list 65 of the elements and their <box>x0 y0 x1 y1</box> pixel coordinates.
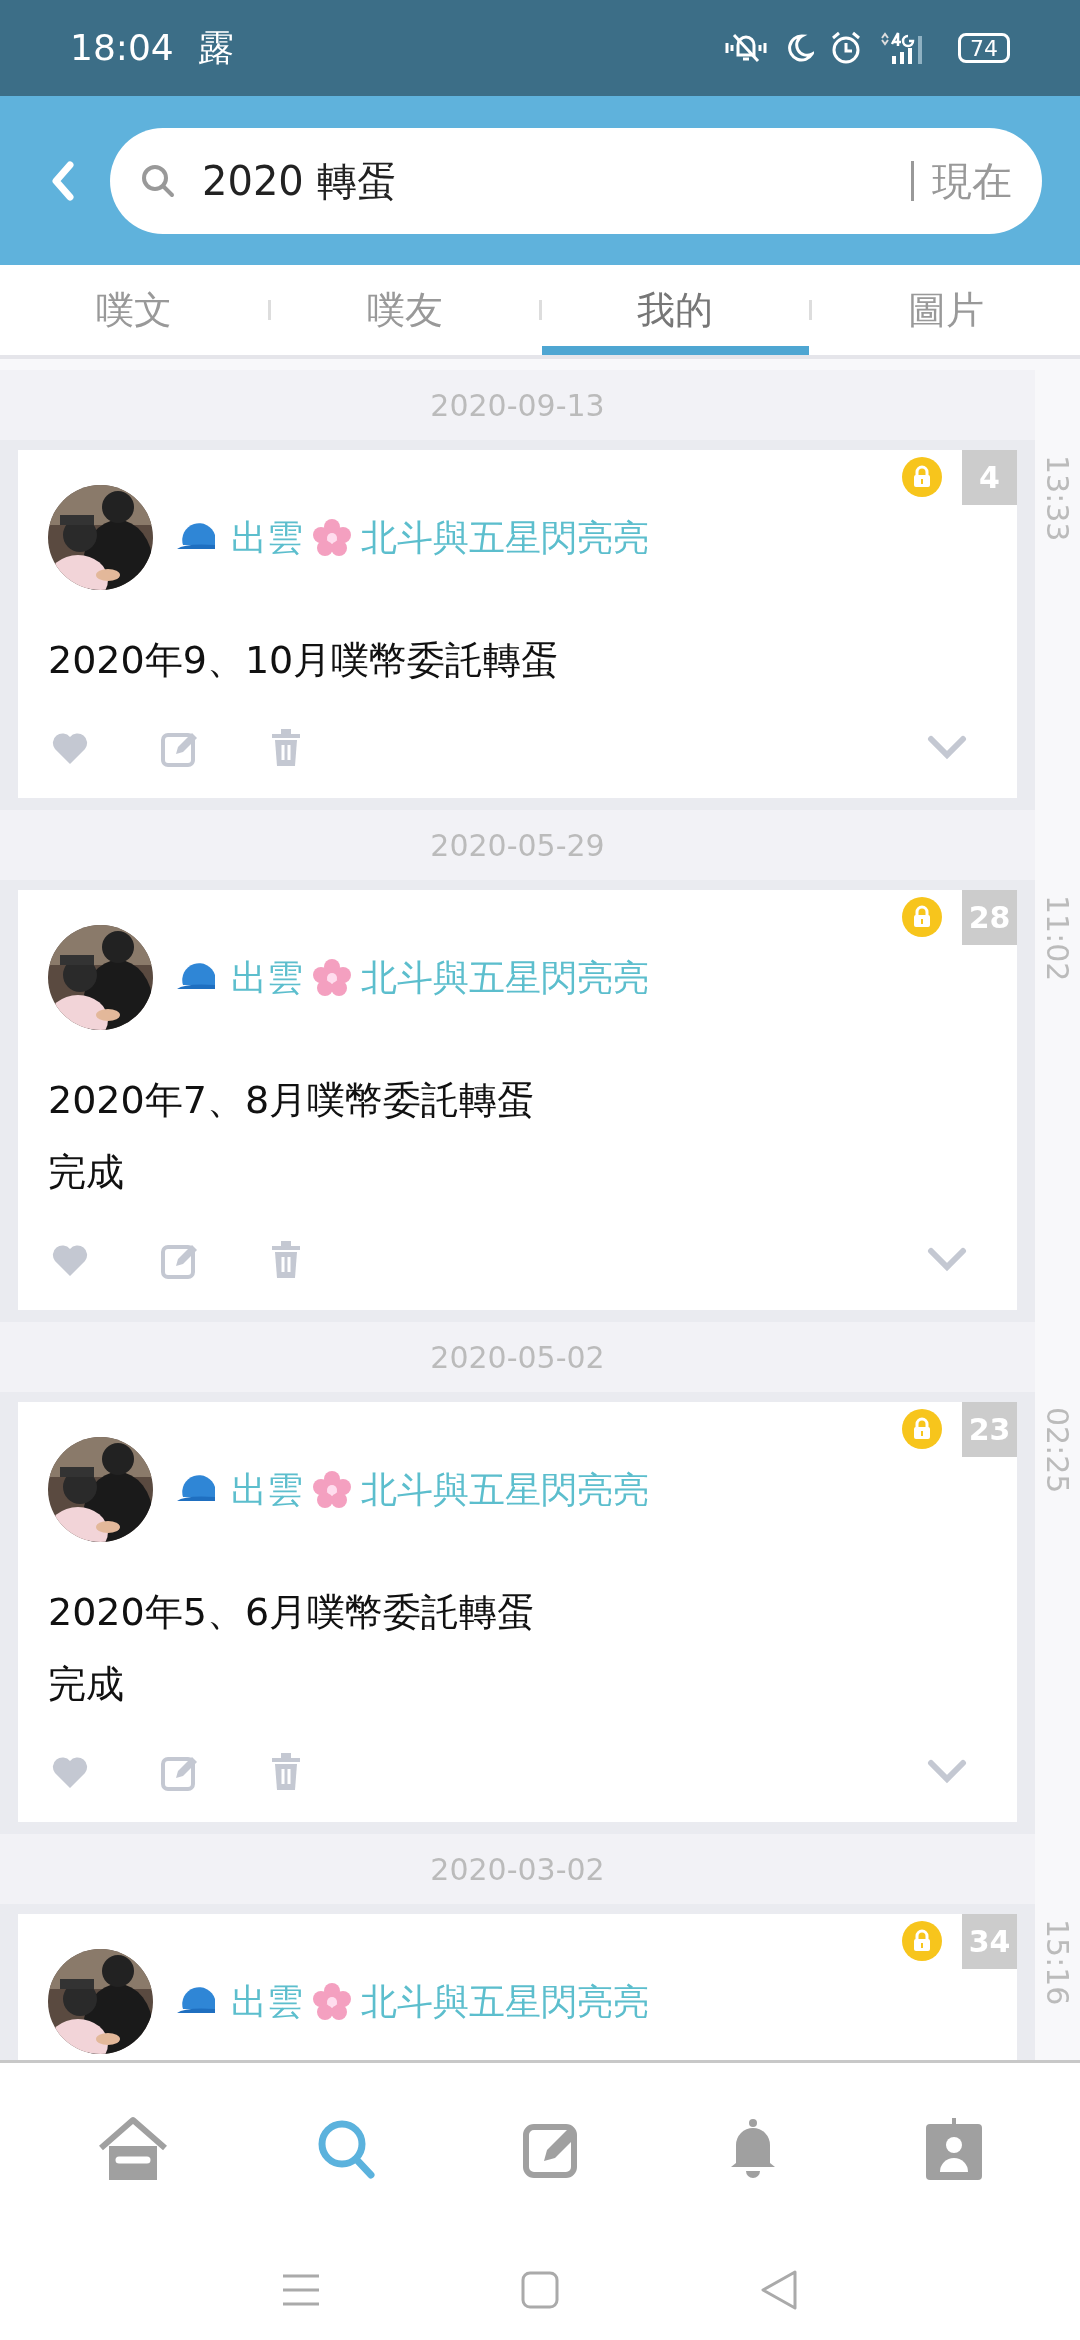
tab[interactable]: 我的 <box>541 265 810 355</box>
menu-icon <box>281 2273 321 2307</box>
author-name[interactable]: 出雲 <box>231 510 303 565</box>
contact-card-icon <box>924 2118 983 2180</box>
post-text: 完成 <box>48 1149 125 1196</box>
expand-button[interactable] <box>927 1759 967 1785</box>
trash-icon <box>270 1752 302 1792</box>
post-time: 11:02 <box>1040 895 1075 982</box>
heart-icon <box>50 1242 90 1278</box>
back-button[interactable] <box>759 2269 799 2311</box>
square-icon <box>521 2271 559 2309</box>
author-name[interactable]: 出雲 <box>231 950 303 1005</box>
like-button[interactable] <box>50 1242 90 1278</box>
chevron-down-icon <box>927 1759 967 1785</box>
author-name[interactable]: 出雲 <box>231 1462 303 1517</box>
author-name[interactable]: 北斗與五星閃亮亮 <box>361 950 649 1005</box>
post-text: 2020年9、10月噗幣委託轉蛋 <box>48 637 561 684</box>
post-text: 完成 <box>48 1661 125 1708</box>
search-scope[interactable]: 現在 <box>911 160 1012 201</box>
expand-button[interactable] <box>927 1247 967 1273</box>
post-text: 2020年5、6月噗幣委託轉蛋 <box>48 1589 537 1636</box>
author-name[interactable]: 出雲 <box>231 1974 303 2029</box>
delete-button[interactable] <box>270 1752 302 1792</box>
post-date: 2020-09-13 <box>430 386 605 425</box>
like-button[interactable] <box>50 730 90 766</box>
home-button[interactable] <box>521 2271 559 2309</box>
blossom-icon <box>311 516 353 559</box>
notification-glyph: 露 <box>197 26 234 70</box>
author-name[interactable]: 北斗與五星閃亮亮 <box>361 1974 649 2029</box>
heart-icon <box>50 1754 90 1790</box>
delete-button[interactable] <box>270 1240 302 1280</box>
chevron-down-icon <box>927 1247 967 1273</box>
author-name[interactable]: 北斗與五星閃亮亮 <box>361 1462 649 1517</box>
blossom-icon <box>311 956 353 999</box>
battery-indicator: 74 <box>958 33 1010 63</box>
blossom-icon <box>311 1468 353 1511</box>
chevron-down-icon <box>927 735 967 761</box>
heart-icon <box>50 730 90 766</box>
nav-tab[interactable] <box>97 2116 170 2182</box>
post-time: 15:16 <box>1040 1919 1075 2006</box>
menu-button[interactable] <box>281 2273 321 2307</box>
blossom-icon <box>311 1980 353 2023</box>
trash-icon <box>270 1240 302 1280</box>
post-time: 13:33 <box>1040 455 1075 542</box>
post-date: 2020-05-02 <box>430 1338 605 1377</box>
author-name[interactable]: 北斗與五星閃亮亮 <box>361 510 649 565</box>
expand-button[interactable] <box>927 735 967 761</box>
triangle-back-icon <box>759 2269 799 2311</box>
like-button[interactable] <box>50 1754 90 1790</box>
delete-button[interactable] <box>270 728 302 768</box>
nav-tab[interactable] <box>924 2118 983 2180</box>
alarm-icon <box>830 31 862 65</box>
tab[interactable]: 圖片 <box>812 265 1080 355</box>
post-text: 2020年7、8月噗幣委託轉蛋 <box>48 1077 537 1124</box>
muted-bell-icon <box>724 31 768 65</box>
search-icon <box>140 162 176 199</box>
post-time: 02:25 <box>1040 1407 1075 1494</box>
clock-time: 18:04 <box>70 26 174 70</box>
trash-icon <box>270 728 302 768</box>
post-date: 2020-03-02 <box>430 1850 605 1889</box>
home-icon <box>97 2116 170 2182</box>
tab[interactable]: 噗文 <box>0 265 268 355</box>
search-field[interactable]: 2020 轉蛋 現在 <box>110 127 1042 234</box>
tab[interactable]: 噗友 <box>270 265 539 355</box>
post-date: 2020-05-29 <box>430 826 605 865</box>
